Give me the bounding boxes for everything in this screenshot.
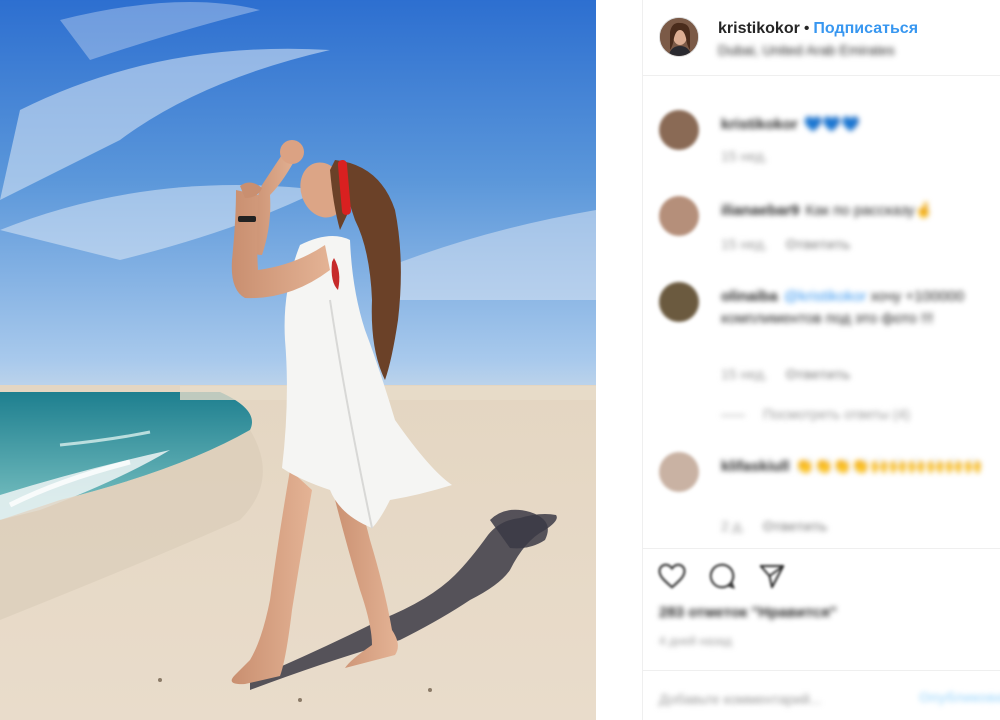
comment-username[interactable]: ilianaebar9 (721, 202, 799, 219)
reply-button[interactable]: Ответить (786, 236, 851, 252)
comment-meta: 2 д. Ответить (721, 518, 827, 534)
comment-text: olinaiba @kristikokor хочу +100000 компли… (721, 286, 986, 330)
comment-meta: 15 нед. (721, 148, 768, 164)
comment-content: Как по рассказу🤞 (805, 202, 934, 219)
publish-button[interactable]: Опубликовать (919, 689, 1000, 705)
post-photo[interactable] (0, 0, 596, 720)
comment-username[interactable]: klifaskiull (721, 458, 789, 475)
add-comment-section: Опубликовать (643, 670, 1000, 720)
comment-text: kristikokor 💙💙💙 (721, 114, 986, 136)
post-actions-section: 283 отметок "Нравится" 4 дней назад (643, 548, 1000, 668)
comment-meta: 15 нед. Ответить (721, 366, 850, 382)
reply-button[interactable]: Ответить (763, 518, 828, 534)
author-avatar[interactable] (659, 17, 699, 57)
reply-button[interactable]: Ответить (786, 366, 851, 382)
header-separator: • (803, 20, 810, 37)
comment-meta: 15 нед. Ответить (721, 236, 850, 252)
comment-username[interactable]: kristikokor (721, 116, 798, 133)
comment-icon[interactable] (707, 561, 739, 593)
comment-text: ilianaebar9 Как по рассказу🤞 (721, 200, 986, 222)
comment-text: klifaskiull 👏👏👏👏🙌🙌🙌🙌🙌🙌 (721, 456, 986, 478)
comments-list[interactable]: kristikokor 💙💙💙 15 нед. ilianaebar9 Как по… (643, 90, 1000, 545)
replies-line (721, 414, 745, 416)
comment-username[interactable]: olinaiba (721, 288, 778, 305)
post-header: kristikokor • Подписаться Dubai, United Ar… (643, 0, 1000, 76)
post-location[interactable]: Dubai, United Arab Emirates (718, 42, 895, 58)
likes-count[interactable]: 283 отметок "Нравится" (659, 604, 837, 621)
comment-input[interactable] (659, 687, 899, 711)
post-date: 4 дней назад (659, 634, 732, 648)
commenter-avatar[interactable] (659, 452, 699, 492)
comment-time: 15 нед. (721, 366, 768, 382)
photo-gap (596, 0, 642, 720)
comment-mention[interactable]: @kristikokor (784, 288, 867, 305)
commenter-avatar[interactable] (659, 110, 699, 150)
header-line: kristikokor • Подписаться (718, 20, 918, 38)
comment-time: 15 нед. (721, 148, 768, 164)
view-replies-button[interactable]: Посмотреть ответы (4) (721, 406, 910, 422)
commenter-avatar[interactable] (659, 196, 699, 236)
comment-time: 2 д. (721, 518, 745, 534)
comment-content: 💙💙💙 (803, 116, 860, 133)
view-replies-label: Посмотреть ответы (4) (763, 406, 911, 422)
heart-icon[interactable] (657, 561, 689, 593)
comment-content: 👏👏👏👏🙌🙌🙌🙌🙌🙌 (795, 458, 983, 475)
share-icon[interactable] (757, 561, 789, 593)
author-username[interactable]: kristikokor (718, 20, 800, 37)
follow-button[interactable]: Подписаться (813, 20, 918, 37)
commenter-avatar[interactable] (659, 282, 699, 322)
comment-time: 15 нед. (721, 236, 768, 252)
post-sidebar: kristikokor • Подписаться Dubai, United Ar… (642, 0, 1000, 720)
